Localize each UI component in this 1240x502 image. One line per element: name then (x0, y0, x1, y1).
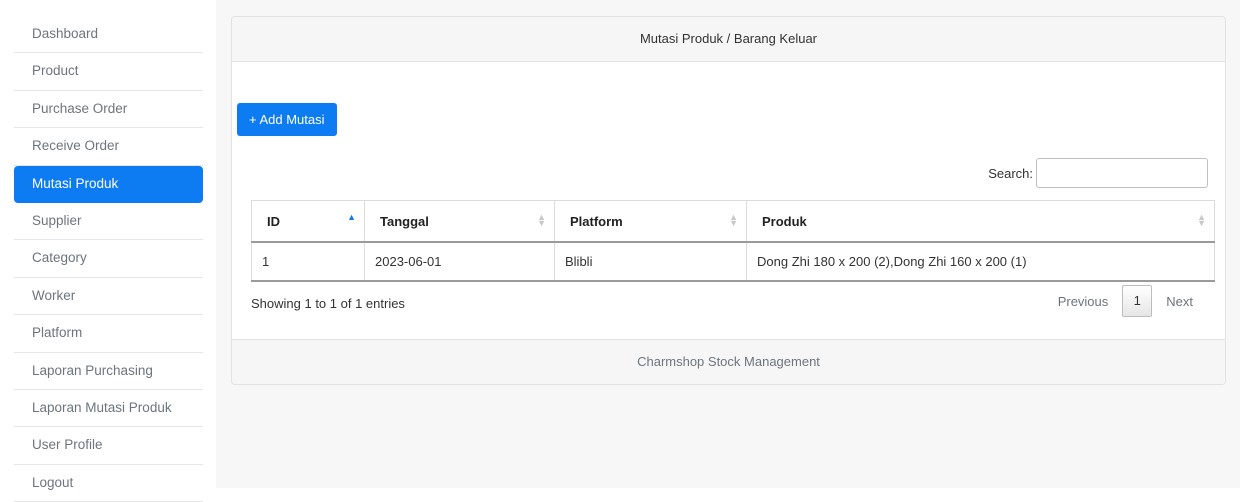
sort-both-icon: ▲ ▼ (1197, 212, 1206, 228)
sidebar-nav: Dashboard Product Purchase Order Receive… (14, 16, 203, 502)
cell-tanggal: 2023-06-01 (364, 241, 555, 282)
next-button[interactable]: Next (1152, 294, 1207, 309)
sidebar-item-logout[interactable]: Logout (14, 465, 203, 502)
column-header-label: Platform (570, 213, 623, 229)
sidebar-item-product[interactable]: Product (14, 53, 203, 91)
sidebar-item-mutasi-produk[interactable]: Mutasi Produk (14, 165, 203, 203)
cell-produk: Dong Zhi 180 x 200 (2),Dong Zhi 160 x 20… (746, 241, 1215, 282)
cell-platform: Blibli (554, 241, 747, 282)
pagination: Previous 1 Next (1044, 285, 1207, 317)
search-box: Search: (988, 158, 1208, 188)
table-header-row: ID ▲ Tanggal ▲ ▼ Platform ▲ ▼ Produk ▲ ▼ (251, 200, 1215, 243)
column-header-produk[interactable]: Produk ▲ ▼ (746, 200, 1215, 243)
column-header-tanggal[interactable]: Tanggal ▲ ▼ (364, 200, 555, 243)
sidebar-item-laporan-mutasi-produk[interactable]: Laporan Mutasi Produk (14, 390, 203, 428)
sidebar-item-user-profile[interactable]: User Profile (14, 427, 203, 465)
sidebar-item-worker[interactable]: Worker (14, 278, 203, 316)
search-input[interactable] (1036, 158, 1208, 188)
column-header-label: Tanggal (380, 213, 429, 229)
sort-both-icon: ▲ ▼ (729, 212, 738, 228)
mutasi-table: ID ▲ Tanggal ▲▼ Platform ▲▼ Produk ▲▼ (251, 200, 1215, 282)
search-label: Search: (988, 165, 1033, 181)
cell-id: 1 (251, 241, 365, 282)
sidebar-item-purchase-order[interactable]: Purchase Order (14, 91, 203, 129)
sidebar-item-supplier[interactable]: Supplier (14, 203, 203, 241)
column-header-label: Produk (762, 213, 807, 229)
sidebar-item-receive-order[interactable]: Receive Order (14, 128, 203, 166)
column-header-label: ID (267, 213, 280, 229)
sidebar: Dashboard Product Purchase Order Receive… (0, 0, 216, 502)
sidebar-item-category[interactable]: Category (14, 240, 203, 278)
sort-asc-icon: ▲ (347, 212, 356, 222)
add-mutasi-button[interactable]: + Add Mutasi (237, 103, 337, 136)
sort-both-icon: ▲ ▼ (537, 212, 546, 228)
main-content: Mutasi Produk / Barang Keluar + Add Muta… (216, 0, 1240, 488)
previous-button[interactable]: Previous (1044, 294, 1123, 309)
sidebar-item-dashboard[interactable]: Dashboard (14, 16, 203, 54)
page-1-button[interactable]: 1 (1122, 285, 1153, 317)
table-row: 1 2023-06-01 Blibli Dong Zhi 180 x 200 (… (251, 241, 1215, 282)
card-title: Mutasi Produk / Barang Keluar (232, 17, 1225, 62)
table-info: Showing 1 to 1 of 1 entries (251, 296, 405, 311)
card-footer: Charmshop Stock Management (232, 339, 1225, 384)
sidebar-item-laporan-purchasing[interactable]: Laporan Purchasing (14, 353, 203, 390)
mutasi-card: Mutasi Produk / Barang Keluar + Add Muta… (231, 16, 1226, 385)
sidebar-item-platform[interactable]: Platform (14, 315, 203, 353)
column-header-id[interactable]: ID ▲ (251, 200, 365, 243)
column-header-platform[interactable]: Platform ▲ ▼ (554, 200, 747, 243)
